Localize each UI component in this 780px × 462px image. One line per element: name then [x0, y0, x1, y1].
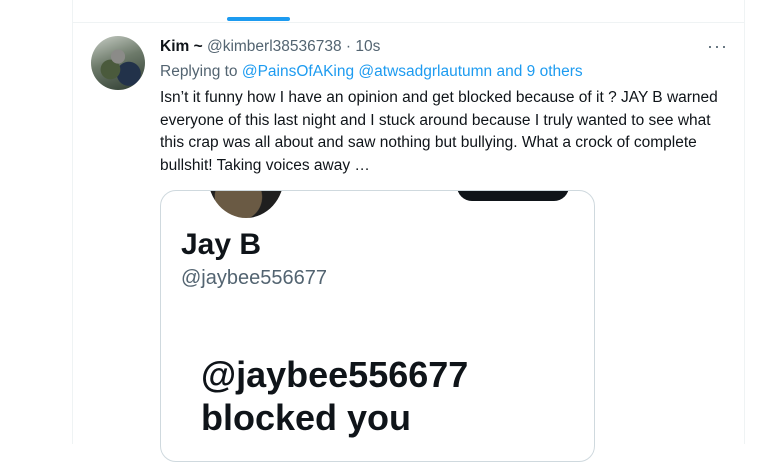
replying-prefix: Replying to [160, 63, 238, 80]
replying-to: Replying to @PainsOfAKing @atwsadgrlautu… [160, 63, 583, 81]
tweet-media-screenshot[interactable]: Jay B @jaybee556677 @jaybee556677 blocke… [160, 190, 595, 462]
reply-mention-2[interactable]: @atwsadgrlautumn [358, 63, 492, 80]
profile-name: Jay B [181, 228, 262, 261]
profile-handle: @jaybee556677 [181, 267, 327, 289]
header-separator: · [341, 38, 356, 55]
active-tab-indicator [227, 17, 290, 21]
avatar[interactable] [91, 36, 145, 90]
author-name[interactable]: Kim ~ [160, 38, 203, 55]
reply-others-link[interactable]: and 9 others [497, 63, 583, 80]
author-handle[interactable]: @kimberl38536738 [207, 38, 342, 55]
tweet-text: Isn’t it funny how I have an opinion and… [160, 89, 718, 174]
profile-avatar-image [205, 191, 287, 221]
blocked-message: blocked you [201, 397, 412, 438]
more-options-icon[interactable]: ··· [707, 36, 728, 57]
profile-action-button [457, 191, 569, 201]
tweet-timestamp[interactable]: 10s [355, 38, 380, 55]
tab-bar [73, 0, 744, 23]
timeline-column: Kim ~ @kimberl38536738 · 10s ··· Replyin… [72, 0, 745, 462]
reply-mention-1[interactable]: @PainsOfAKing [242, 63, 354, 80]
tweet-header: Kim ~ @kimberl38536738 · 10s [160, 38, 380, 56]
blocked-handle: @jaybee556677 [201, 354, 469, 395]
